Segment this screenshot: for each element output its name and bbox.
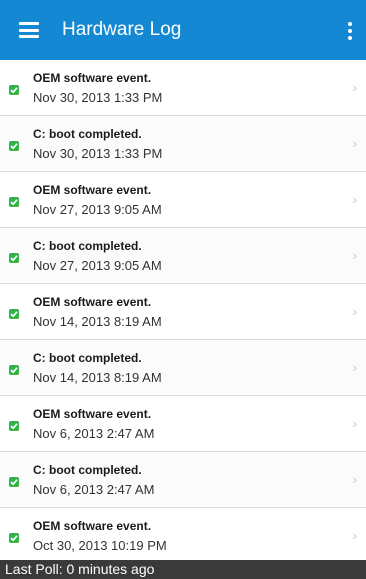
- event-message: OEM software event.: [33, 71, 152, 85]
- green-check-icon: [9, 141, 19, 151]
- list-item[interactable]: OEM software event. Nov 27, 2013 9:05 AM…: [0, 172, 366, 228]
- overflow-menu-icon[interactable]: [347, 22, 353, 40]
- event-message: OEM software event.: [33, 183, 152, 197]
- event-message: C: boot completed.: [33, 127, 142, 141]
- event-message: OEM software event.: [33, 407, 152, 421]
- last-poll-status: Last Poll: 0 minutes ago: [0, 560, 366, 579]
- event-timestamp: Nov 27, 2013 9:05 AM: [33, 202, 162, 217]
- page-title: Hardware Log: [62, 19, 182, 40]
- green-check-icon: [9, 365, 19, 375]
- list-item[interactable]: OEM software event. Nov 30, 2013 1:33 PM…: [0, 60, 366, 116]
- chevron-right-icon: ›: [352, 303, 357, 319]
- event-message: C: boot completed.: [33, 351, 142, 365]
- green-check-icon: [9, 197, 19, 207]
- event-message: OEM software event.: [33, 295, 152, 309]
- app-bar: Hardware Log: [0, 0, 366, 60]
- chevron-right-icon: ›: [352, 191, 357, 207]
- event-message: C: boot completed.: [33, 239, 142, 253]
- green-check-icon: [9, 421, 19, 431]
- list-item[interactable]: OEM software event. Oct 30, 2013 10:19 P…: [0, 508, 366, 564]
- event-timestamp: Oct 30, 2013 10:19 PM: [33, 538, 167, 553]
- list-item[interactable]: OEM software event. Nov 14, 2013 8:19 AM…: [0, 284, 366, 340]
- event-timestamp: Nov 14, 2013 8:19 AM: [33, 370, 162, 385]
- green-check-icon: [9, 253, 19, 263]
- hardware-log-list: OEM software event. Nov 30, 2013 1:33 PM…: [0, 60, 366, 564]
- list-item[interactable]: OEM software event. Nov 6, 2013 2:47 AM …: [0, 396, 366, 452]
- chevron-right-icon: ›: [352, 359, 357, 375]
- event-timestamp: Nov 6, 2013 2:47 AM: [33, 482, 155, 497]
- chevron-right-icon: ›: [352, 527, 357, 543]
- event-timestamp: Nov 27, 2013 9:05 AM: [33, 258, 162, 273]
- chevron-right-icon: ›: [352, 135, 357, 151]
- event-timestamp: Nov 14, 2013 8:19 AM: [33, 314, 162, 329]
- green-check-icon: [9, 309, 19, 319]
- event-timestamp: Nov 6, 2013 2:47 AM: [33, 426, 155, 441]
- green-check-icon: [9, 477, 19, 487]
- event-timestamp: Nov 30, 2013 1:33 PM: [33, 90, 163, 105]
- chevron-right-icon: ›: [352, 79, 357, 95]
- list-item[interactable]: C: boot completed. Nov 27, 2013 9:05 AM …: [0, 228, 366, 284]
- list-item[interactable]: C: boot completed. Nov 6, 2013 2:47 AM ›: [0, 452, 366, 508]
- list-item[interactable]: C: boot completed. Nov 30, 2013 1:33 PM …: [0, 116, 366, 172]
- chevron-right-icon: ›: [352, 415, 357, 431]
- green-check-icon: [9, 85, 19, 95]
- list-item[interactable]: C: boot completed. Nov 14, 2013 8:19 AM …: [0, 340, 366, 396]
- event-timestamp: Nov 30, 2013 1:33 PM: [33, 146, 163, 161]
- chevron-right-icon: ›: [352, 471, 357, 487]
- chevron-right-icon: ›: [352, 247, 357, 263]
- event-message: OEM software event.: [33, 519, 152, 533]
- hamburger-menu-icon[interactable]: [19, 22, 39, 38]
- event-message: C: boot completed.: [33, 463, 142, 477]
- green-check-icon: [9, 533, 19, 543]
